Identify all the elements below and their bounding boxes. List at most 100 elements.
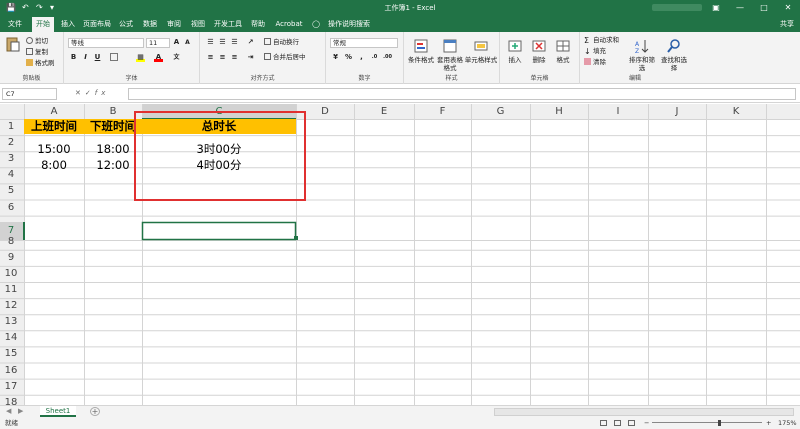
row-header[interactable]: 1 bbox=[0, 119, 22, 134]
underline-button[interactable]: U bbox=[93, 53, 102, 62]
fill-button[interactable]: ↓ 填充 bbox=[584, 47, 606, 56]
cell-a1[interactable]: 上班时间 bbox=[24, 119, 84, 134]
tab-developer[interactable]: 开发工具 bbox=[212, 16, 244, 32]
column-header[interactable]: H bbox=[530, 104, 588, 119]
grow-font-icon[interactable]: A bbox=[172, 38, 181, 47]
tab-data[interactable]: 数据 bbox=[140, 16, 160, 32]
zoom-level[interactable]: 175% bbox=[778, 417, 797, 429]
cut-button[interactable]: 剪切 bbox=[26, 37, 48, 46]
tab-view[interactable]: 视图 bbox=[188, 16, 208, 32]
row-header[interactable]: 10 bbox=[0, 266, 22, 281]
formula-input[interactable] bbox=[128, 88, 796, 100]
column-header[interactable]: J bbox=[648, 104, 706, 119]
align-center-icon[interactable]: ≡ bbox=[218, 53, 227, 62]
redo-icon[interactable]: ↷ bbox=[36, 3, 43, 13]
column-header[interactable]: E bbox=[354, 104, 414, 119]
font-name-select[interactable]: 等线 bbox=[68, 38, 144, 48]
comma-icon[interactable]: , bbox=[357, 53, 366, 62]
tab-review[interactable]: 审阅 bbox=[164, 16, 184, 32]
column-header[interactable]: F bbox=[414, 104, 471, 119]
orientation-icon[interactable]: ↗ bbox=[246, 38, 255, 47]
format-cells-button[interactable]: 格式 bbox=[552, 38, 574, 64]
row-header[interactable]: 8 bbox=[0, 234, 22, 249]
row-header[interactable]: 13 bbox=[0, 314, 22, 329]
row-header[interactable]: 17 bbox=[0, 379, 22, 394]
format-painter-button[interactable]: 格式刷 bbox=[26, 59, 55, 68]
cell-styles-button[interactable]: 单元格样式 bbox=[464, 38, 498, 64]
font-size-select[interactable]: 11 bbox=[146, 38, 170, 48]
name-box[interactable]: C7 bbox=[2, 88, 57, 100]
column-header[interactable]: G bbox=[471, 104, 530, 119]
close-icon[interactable]: ✕ bbox=[778, 2, 798, 13]
column-header[interactable]: K bbox=[706, 104, 766, 119]
row-header[interactable]: 2 bbox=[0, 135, 22, 150]
tab-file[interactable]: 文件 bbox=[4, 16, 26, 32]
horizontal-scrollbar[interactable] bbox=[494, 408, 794, 416]
column-header[interactable]: A bbox=[24, 104, 84, 119]
customize-qat-icon[interactable]: ▾ bbox=[50, 3, 54, 13]
add-sheet-icon[interactable]: + bbox=[90, 407, 100, 416]
tab-formulas[interactable]: 公式 bbox=[116, 16, 136, 32]
next-sheet-icon[interactable]: ▶ bbox=[18, 407, 23, 415]
align-left-icon[interactable]: ≡ bbox=[206, 53, 215, 62]
insert-function-icon[interactable]: fx bbox=[95, 89, 110, 97]
align-right-icon[interactable]: ≡ bbox=[230, 53, 239, 62]
percent-icon[interactable]: % bbox=[344, 53, 353, 62]
currency-icon[interactable]: ¥ bbox=[331, 53, 340, 62]
align-top-icon[interactable]: ☰ bbox=[206, 38, 215, 47]
row-header[interactable]: 3 bbox=[0, 151, 22, 166]
row-header[interactable]: 6 bbox=[0, 200, 22, 215]
decrease-decimal-icon[interactable]: .00 bbox=[383, 53, 392, 62]
cell-a2[interactable]: 15:00 bbox=[24, 142, 84, 157]
row-header[interactable]: 11 bbox=[0, 282, 22, 297]
align-middle-icon[interactable]: ☰ bbox=[218, 38, 227, 47]
row-header[interactable]: 16 bbox=[0, 363, 22, 378]
row-header[interactable]: 15 bbox=[0, 346, 22, 361]
indent-icon[interactable]: ⇥ bbox=[246, 53, 255, 62]
number-format-select[interactable]: 常规 bbox=[330, 38, 398, 48]
tab-acrobat[interactable]: Acrobat bbox=[272, 16, 306, 32]
shrink-font-icon[interactable]: A bbox=[183, 38, 192, 47]
tell-me-search[interactable]: 操作说明搜索 bbox=[324, 16, 374, 32]
page-break-view-icon[interactable] bbox=[628, 420, 635, 426]
cancel-entry-icon[interactable]: ✕ bbox=[75, 89, 85, 97]
cell-a3[interactable]: 8:00 bbox=[24, 158, 84, 173]
phonetic-icon[interactable]: 文 bbox=[172, 53, 181, 62]
minimize-icon[interactable]: — bbox=[730, 2, 750, 13]
bold-button[interactable]: B bbox=[69, 53, 78, 62]
tab-page-layout[interactable]: 页面布局 bbox=[82, 16, 112, 32]
copy-button[interactable]: 复制 bbox=[26, 48, 48, 57]
zoom-in-icon[interactable]: + bbox=[766, 417, 771, 429]
zoom-out-icon[interactable]: − bbox=[644, 417, 649, 429]
delete-cells-button[interactable]: 删除 bbox=[528, 38, 550, 64]
normal-view-icon[interactable] bbox=[600, 420, 607, 426]
row-header[interactable]: 9 bbox=[0, 250, 22, 265]
find-select-button[interactable]: 查找和选择 bbox=[658, 38, 690, 72]
align-bottom-icon[interactable]: ☰ bbox=[230, 38, 239, 47]
insert-cells-button[interactable]: 插入 bbox=[504, 38, 526, 64]
column-header[interactable]: I bbox=[588, 104, 648, 119]
conditional-formatting-button[interactable]: 条件格式 bbox=[406, 38, 436, 64]
page-layout-view-icon[interactable] bbox=[614, 420, 621, 426]
confirm-entry-icon[interactable]: ✓ bbox=[85, 89, 95, 97]
tab-insert[interactable]: 插入 bbox=[58, 16, 78, 32]
row-header[interactable]: 4 bbox=[0, 167, 22, 182]
fill-color-icon[interactable]: ▦ bbox=[136, 53, 145, 62]
font-color-icon[interactable]: A bbox=[154, 53, 163, 62]
sort-filter-button[interactable]: AZ 排序和筛选 bbox=[626, 38, 658, 72]
merge-center-button[interactable]: 合并后居中 bbox=[264, 53, 306, 62]
tab-home[interactable]: 开始 bbox=[32, 17, 54, 32]
italic-button[interactable]: I bbox=[81, 53, 90, 62]
zoom-slider-thumb[interactable] bbox=[718, 420, 721, 426]
format-as-table-button[interactable]: 套用表格格式 bbox=[436, 38, 464, 72]
prev-sheet-icon[interactable]: ◀ bbox=[6, 407, 11, 415]
save-icon[interactable]: 💾 bbox=[6, 3, 16, 13]
wrap-text-button[interactable]: 自动换行 bbox=[264, 38, 299, 47]
zoom-slider[interactable] bbox=[652, 422, 762, 423]
undo-icon[interactable]: ↶ bbox=[22, 3, 29, 13]
borders-icon[interactable] bbox=[110, 53, 118, 61]
paste-button[interactable] bbox=[3, 36, 23, 54]
tab-help[interactable]: 帮助 bbox=[248, 16, 268, 32]
ribbon-display-icon[interactable]: ▣ bbox=[706, 2, 726, 13]
clear-button[interactable]: 清除 bbox=[584, 58, 606, 67]
